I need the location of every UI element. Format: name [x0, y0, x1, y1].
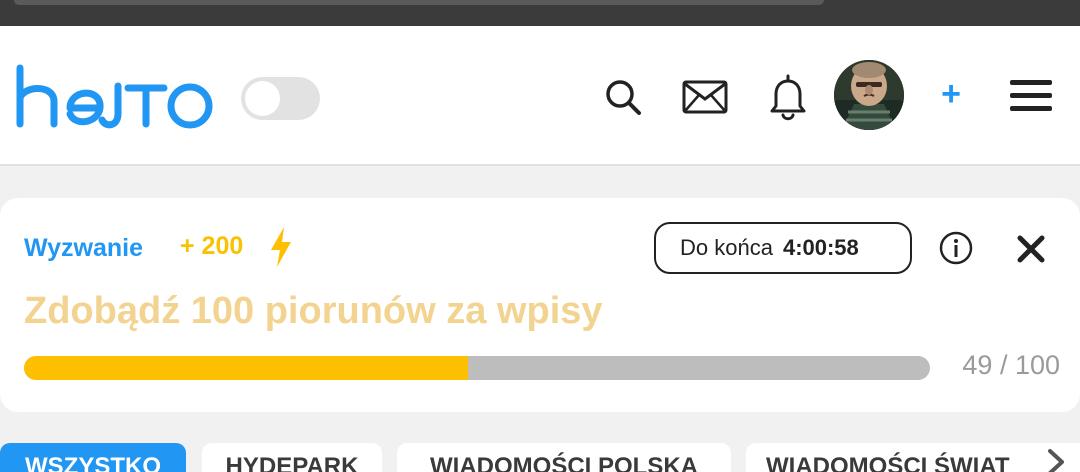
challenge-card: Wyzwanie + 200 Do końca 4:00:58 Zdobądź 1…: [0, 198, 1080, 412]
site-header: +: [0, 26, 1080, 166]
browser-url-bar[interactable]: [14, 0, 824, 5]
challenge-label: Wyzwanie: [24, 234, 144, 262]
challenge-progress-bar: [24, 356, 930, 380]
bell-icon[interactable]: [768, 72, 808, 122]
add-post-button[interactable]: +: [936, 74, 966, 114]
hamburger-menu-icon[interactable]: [1010, 78, 1052, 114]
toggle-knob: [245, 81, 280, 116]
user-avatar[interactable]: [834, 60, 904, 130]
hejto-logo[interactable]: [14, 64, 216, 130]
lightning-icon: [271, 227, 291, 267]
progress-fill: [24, 356, 468, 380]
challenge-title: Zdobądź 100 piorunów za wpisy: [24, 290, 603, 332]
category-tabs: WSZYSTKO HYDEPARK WIADOMOŚCI POLSKA WIAD…: [0, 443, 1080, 472]
tab-hydepark[interactable]: HYDEPARK: [202, 443, 382, 472]
tab-wiadomosci-polska[interactable]: WIADOMOŚCI POLSKA: [397, 443, 731, 472]
close-icon[interactable]: [1016, 234, 1046, 264]
countdown-timer: Do końca 4:00:58: [654, 222, 912, 274]
countdown-label: Do końca: [680, 235, 773, 260]
tab-wszystko[interactable]: WSZYSTKO: [0, 443, 186, 472]
dark-mode-toggle[interactable]: [241, 77, 320, 120]
mail-icon[interactable]: [682, 80, 728, 114]
challenge-reward: + 200: [180, 232, 244, 260]
progress-counter: 49 / 100: [962, 350, 1060, 380]
search-icon[interactable]: [604, 78, 642, 116]
countdown-time: 4:00:58: [782, 235, 859, 260]
chevron-right-icon[interactable]: [1044, 448, 1068, 472]
browser-chrome-bar: [0, 0, 1080, 26]
info-icon[interactable]: [938, 230, 974, 266]
